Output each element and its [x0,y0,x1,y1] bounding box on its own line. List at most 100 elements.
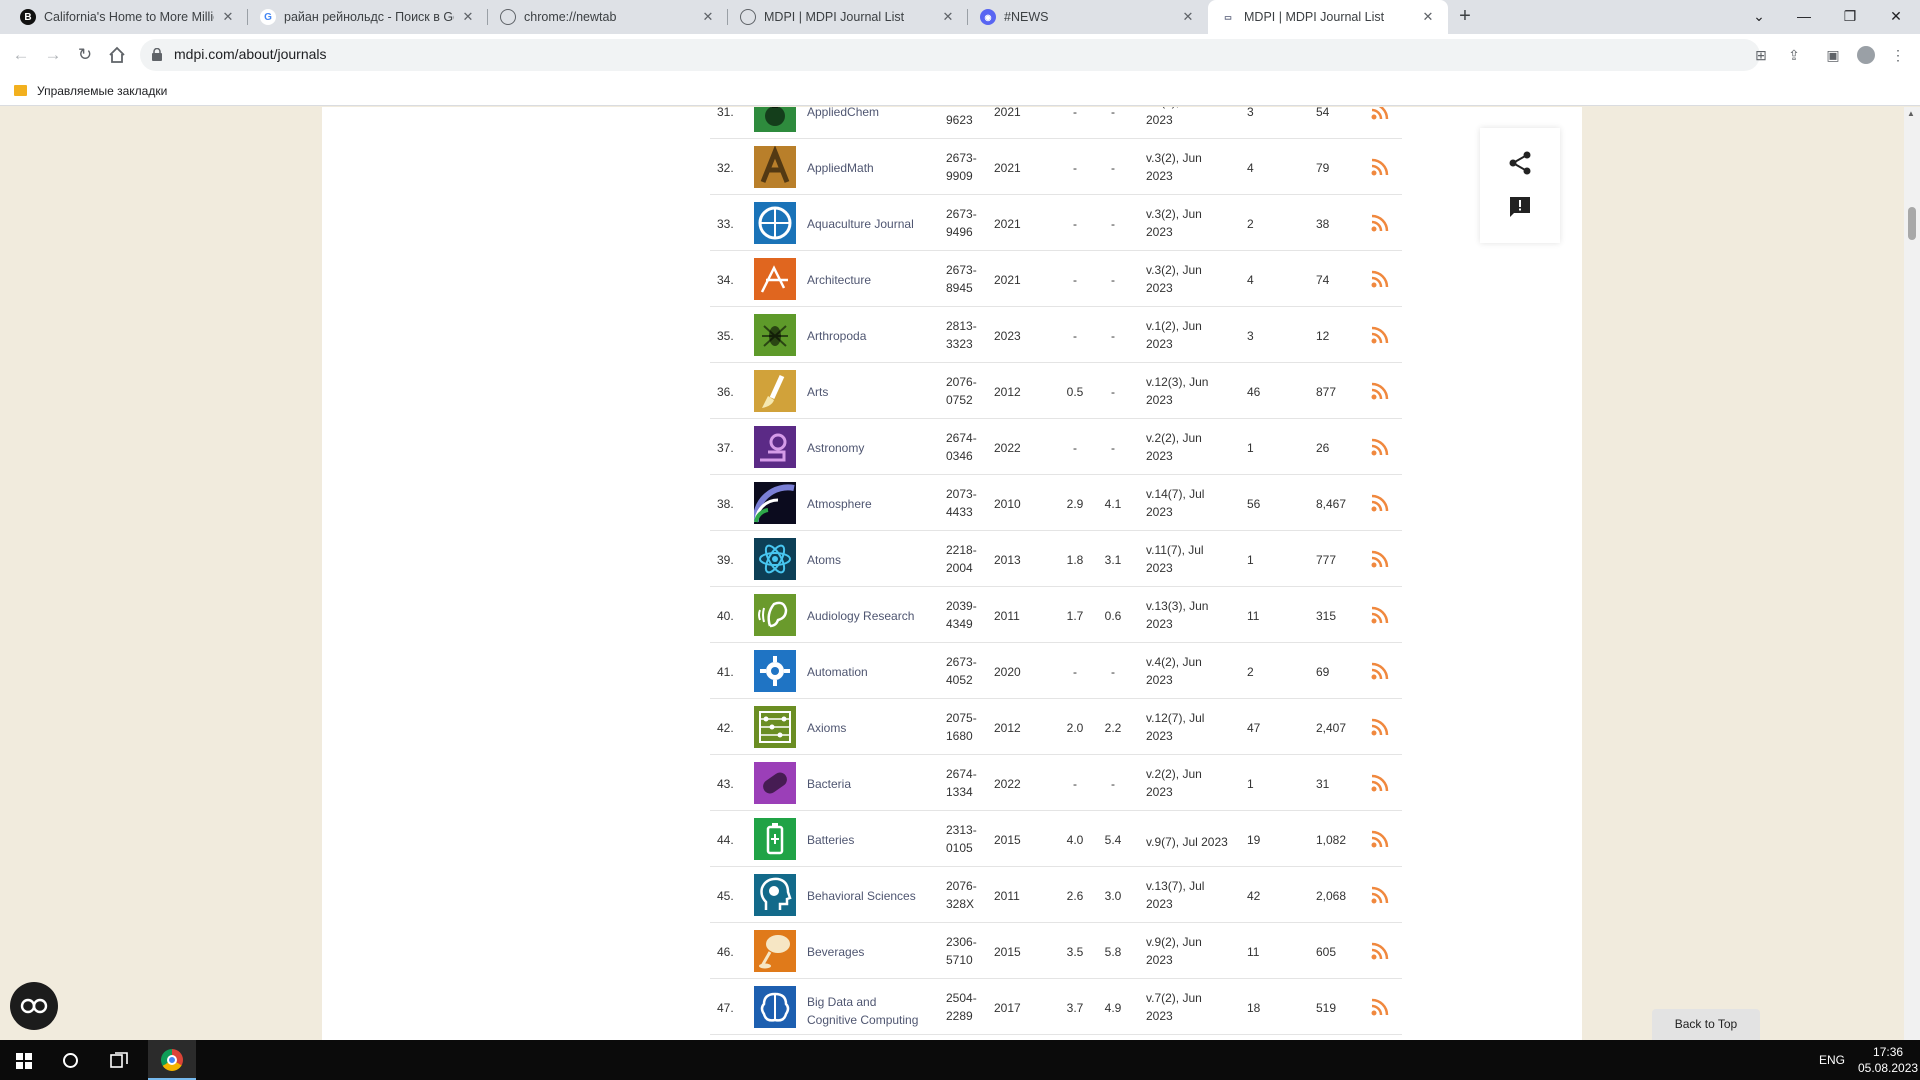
minimize-icon[interactable]: — [1781,0,1827,34]
journal-name-link[interactable]: Beverages [807,943,922,961]
rss-icon[interactable] [1371,326,1389,344]
current-volume-link[interactable]: v.3(2), Jun2023 [1146,205,1242,241]
clock[interactable]: 17:36 05.08.2023 [1858,1044,1918,1076]
current-volume-link[interactable]: v.3(2), Jun2023 [1146,261,1242,297]
current-volume-link[interactable]: v.2(2), Jun 2023 [1146,765,1242,801]
journal-logo-icon[interactable] [754,258,796,300]
reload-icon[interactable]: ↻ [73,43,97,67]
rss-icon[interactable] [1371,942,1389,960]
current-volume-link[interactable]: v.11(7), Jul 2023 [1146,541,1242,577]
back-arrow-icon[interactable]: ← [9,43,33,67]
close-icon[interactable]: ✕ [220,9,236,25]
journal-logo-icon[interactable] [754,594,796,636]
share-page-icon[interactable]: ⇪ [1783,44,1805,66]
accessibility-button[interactable] [10,982,58,1030]
chrome-taskbar-button[interactable] [148,1040,196,1080]
new-tab-button[interactable]: + [1453,5,1477,29]
journal-logo-icon[interactable] [754,107,796,132]
close-icon[interactable]: ✕ [1180,9,1196,25]
task-view-icon[interactable] [110,1052,128,1069]
journal-name-link[interactable]: Architecture [807,271,922,289]
journal-name-link[interactable]: Behavioral Sciences [807,887,922,905]
rss-icon[interactable] [1371,494,1389,512]
rss-icon[interactable] [1371,774,1389,792]
journal-name-link[interactable]: Big Data and Cognitive Computing [807,993,922,1029]
rss-icon[interactable] [1371,998,1389,1016]
journal-name-link[interactable]: AppliedChem [807,107,922,121]
journal-name-link[interactable]: AppliedMath [807,159,922,177]
journal-logo-icon[interactable] [754,986,796,1028]
tab-6-active[interactable]: ▭ MDPI | MDPI Journal List ✕ [1208,0,1448,34]
current-volume-link[interactable]: v.2(2), Jun 2023 [1146,429,1242,465]
address-bar[interactable]: mdpi.com/about/journals [140,39,1760,71]
rss-icon[interactable] [1371,550,1389,568]
journal-logo-icon[interactable] [754,762,796,804]
tab-5[interactable]: ◉ #NEWS ✕ [968,0,1208,34]
side-panel-icon[interactable]: ▣ [1822,44,1844,66]
journal-logo-icon[interactable] [754,482,796,524]
journal-name-link[interactable]: Audiology Research [807,607,922,625]
rss-icon[interactable] [1371,830,1389,848]
rss-icon[interactable] [1371,662,1389,680]
scroll-up-icon[interactable]: ▲ [1907,109,1915,118]
scrollbar-thumb[interactable] [1908,207,1916,240]
share-icon[interactable] [1507,150,1533,176]
tab-4[interactable]: MDPI | MDPI Journal List ✕ [728,0,968,34]
scrollbar[interactable]: ▲ [1904,107,1920,1040]
rss-icon[interactable] [1371,606,1389,624]
language-indicator[interactable]: ENG [1819,1053,1845,1067]
feedback-icon[interactable] [1508,195,1532,219]
journal-logo-icon[interactable] [754,874,796,916]
tab-1[interactable]: B California's Home to More Million ✕ [8,0,248,34]
journal-logo-icon[interactable] [754,650,796,692]
current-volume-link[interactable]: v.12(3), Jun 2023 [1146,373,1242,409]
current-volume-link[interactable]: v.14(7), Jul 2023 [1146,485,1242,521]
journal-logo-icon[interactable] [754,314,796,356]
journal-name-link[interactable]: Automation [807,663,922,681]
rss-icon[interactable] [1371,214,1389,232]
journal-name-link[interactable]: Astronomy [807,439,922,457]
current-volume-link[interactable]: v.4(2), Jun 2023 [1146,653,1242,689]
close-icon[interactable]: ✕ [940,9,956,25]
rss-icon[interactable] [1371,382,1389,400]
journal-name-link[interactable]: Atmosphere [807,495,922,513]
journal-logo-icon[interactable] [754,538,796,580]
current-volume-link[interactable]: v.13(3), Jun 2023 [1146,597,1242,633]
rss-icon[interactable] [1371,438,1389,456]
journal-name-link[interactable]: Arthropoda [807,327,922,345]
tab-search-icon[interactable]: ⌄ [1736,0,1782,34]
journal-logo-icon[interactable] [754,202,796,244]
windows-start-icon[interactable] [16,1053,32,1069]
journal-name-link[interactable]: Bacteria [807,775,922,793]
current-volume-link[interactable]: v.13(7), Jul 2023 [1146,877,1242,913]
rss-icon[interactable] [1371,886,1389,904]
search-icon[interactable] [63,1053,78,1068]
profile-icon[interactable] [1855,44,1877,66]
rss-icon[interactable] [1371,107,1389,120]
journal-logo-icon[interactable] [754,706,796,748]
journal-name-link[interactable]: Aquaculture Journal [807,215,922,233]
rss-icon[interactable] [1371,270,1389,288]
journal-name-link[interactable]: Atoms [807,551,922,569]
journal-logo-icon[interactable] [754,818,796,860]
current-volume-link[interactable]: v.3(2), Jun2023 [1146,107,1242,129]
journal-name-link[interactable]: Axioms [807,719,922,737]
close-window-icon[interactable]: ✕ [1873,0,1919,34]
managed-bookmarks[interactable]: Управляемые закладки [37,84,167,98]
close-icon[interactable]: ✕ [460,9,476,25]
rss-icon[interactable] [1371,718,1389,736]
translate-icon[interactable]: ⊞ [1750,44,1772,66]
forward-arrow-icon[interactable]: → [41,43,65,67]
journal-logo-icon[interactable] [754,426,796,468]
current-volume-link[interactable]: v.7(2), Jun 2023 [1146,989,1242,1025]
tab-3[interactable]: chrome://newtab ✕ [488,0,728,34]
current-volume-link[interactable]: v.12(7), Jul 2023 [1146,709,1242,745]
current-volume-link[interactable]: v.3(2), Jun2023 [1146,149,1242,185]
home-icon[interactable] [105,43,129,67]
journal-logo-icon[interactable] [754,370,796,412]
current-volume-link[interactable]: v.9(2), Jun 2023 [1146,933,1242,969]
close-icon[interactable]: ✕ [1420,9,1436,25]
menu-icon[interactable]: ⋮ [1887,44,1909,66]
journal-name-link[interactable]: Batteries [807,831,922,849]
journal-name-link[interactable]: Arts [807,383,922,401]
